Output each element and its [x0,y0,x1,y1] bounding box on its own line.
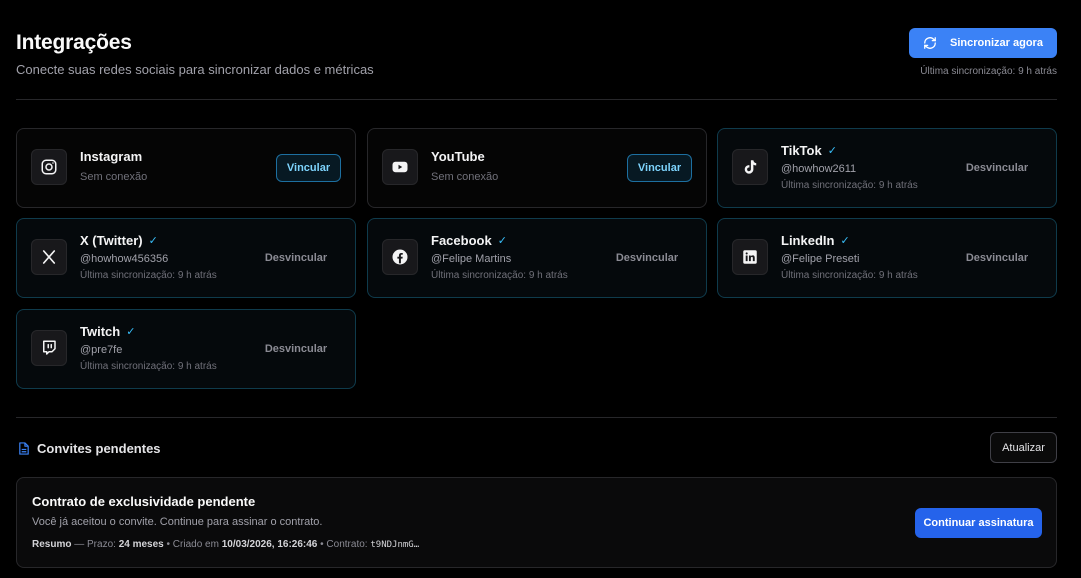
contract-id: t9NDJnmG… [370,540,420,550]
integration-name: Twitch ✓ [80,324,135,339]
linkedin-icon [732,239,768,275]
link-youtube-button[interactable]: Vincular [627,154,692,182]
integration-status: Sem conexão [80,171,148,183]
integration-card-twitch: Twitch ✓ @pre7fe Última sincronização: 9 … [16,309,356,389]
integration-name-text: Facebook [431,233,492,248]
verified-check-icon: ✓ [126,326,136,338]
integration-name: YouTube [431,149,485,164]
created-value: 10/03/2026, 16:26:46 [221,539,318,550]
integration-card-facebook: Facebook ✓ @Felipe Martins Última sincron… [367,218,707,298]
sync-now-label: Sincronizar agora [950,37,1043,49]
integration-name-text: Twitch [80,324,121,339]
unlink-tiktok-button[interactable]: Desvincular [952,155,1042,181]
integration-last-sync: Última sincronização: 9 h atrás [781,270,918,281]
integration-last-sync: Última sincronização: 9 h atrás [80,361,217,372]
continue-signing-button[interactable]: Continuar assinatura [915,508,1042,538]
unlink-twitch-button[interactable]: Desvincular [251,336,341,362]
integration-card-x: X (Twitter) ✓ @howhow456356 Última sincro… [16,218,356,298]
integration-handle: @Felipe Martins [431,253,512,265]
unlink-linkedin-button[interactable]: Desvincular [952,245,1042,271]
integration-name: X (Twitter) ✓ [80,233,158,248]
term-label: — Prazo: [74,539,116,550]
term-value: 24 meses [118,539,164,550]
tiktok-icon [732,149,768,185]
summary-label: Resumo [32,539,72,550]
integrations-page: Integrações Conecte suas redes sociais p… [16,0,1057,578]
integration-status: Sem conexão [431,171,499,183]
header-divider [16,99,1057,100]
integration-name: TikTok ✓ [781,143,837,158]
refresh-button[interactable]: Atualizar [990,432,1057,463]
integration-name: LinkedIn ✓ [781,233,850,248]
x-icon [31,239,67,275]
integration-last-sync: Última sincronização: 9 h atrás [781,180,918,191]
verified-check-icon: ✓ [497,235,507,247]
integration-name-text: X (Twitter) [80,233,143,248]
contract-title: Contrato de exclusividade pendente [32,494,256,509]
contract-description: Você já aceitou o convite. Continue para… [32,516,323,528]
integration-name: Facebook ✓ [431,233,507,248]
facebook-icon [382,239,418,275]
pending-invites-title: Convites pendentes [37,441,161,456]
page-title: Integrações [16,31,132,54]
created-label: • Criado em [166,539,219,550]
section-divider [16,417,1057,418]
sync-now-button[interactable]: Sincronizar agora [909,28,1057,58]
unlink-x-button[interactable]: Desvincular [251,245,341,271]
contract-label: • Contrato: [320,539,368,550]
integration-handle: @Felipe Preseti [781,253,860,265]
page-subtitle: Conecte suas redes sociais para sincroni… [16,62,374,77]
last-sync-text: Última sincronização: 9 h atrás [920,66,1057,77]
unlink-facebook-button[interactable]: Desvincular [602,245,692,271]
refresh-icon [924,37,936,49]
verified-check-icon: ✓ [840,235,850,247]
verified-check-icon: ✓ [827,145,837,157]
integration-last-sync: Última sincronização: 9 h atrás [80,270,217,281]
integration-card-linkedin: LinkedIn ✓ @Felipe Preseti Última sincron… [717,218,1057,298]
integration-handle: @pre7fe [80,344,123,356]
integration-name: Instagram [80,149,143,164]
instagram-icon [31,149,67,185]
integration-handle: @howhow2611 [781,163,857,175]
integration-card-tiktok: TikTok ✓ @howhow2611 Última sincronização… [717,128,1057,208]
integration-card-instagram: Instagram Sem conexão Vincular [16,128,356,208]
link-instagram-button[interactable]: Vincular [276,154,341,182]
page-header: Integrações Conecte suas redes sociais p… [16,28,1057,88]
pending-invites-header: Convites pendentes Atualizar [16,432,1057,464]
twitch-icon [31,330,67,366]
youtube-icon [382,149,418,185]
integration-name-text: LinkedIn [781,233,835,248]
document-icon [19,442,29,455]
integration-last-sync: Última sincronização: 9 h atrás [431,270,568,281]
contract-summary: Resumo — Prazo: 24 meses • Criado em 10/… [32,539,419,550]
verified-check-icon: ✓ [148,235,158,247]
integration-name-text: TikTok [781,143,822,158]
contract-card: Contrato de exclusividade pendente Você … [16,477,1057,568]
integration-handle: @howhow456356 [80,253,169,265]
integration-card-youtube: YouTube Sem conexão Vincular [367,128,707,208]
